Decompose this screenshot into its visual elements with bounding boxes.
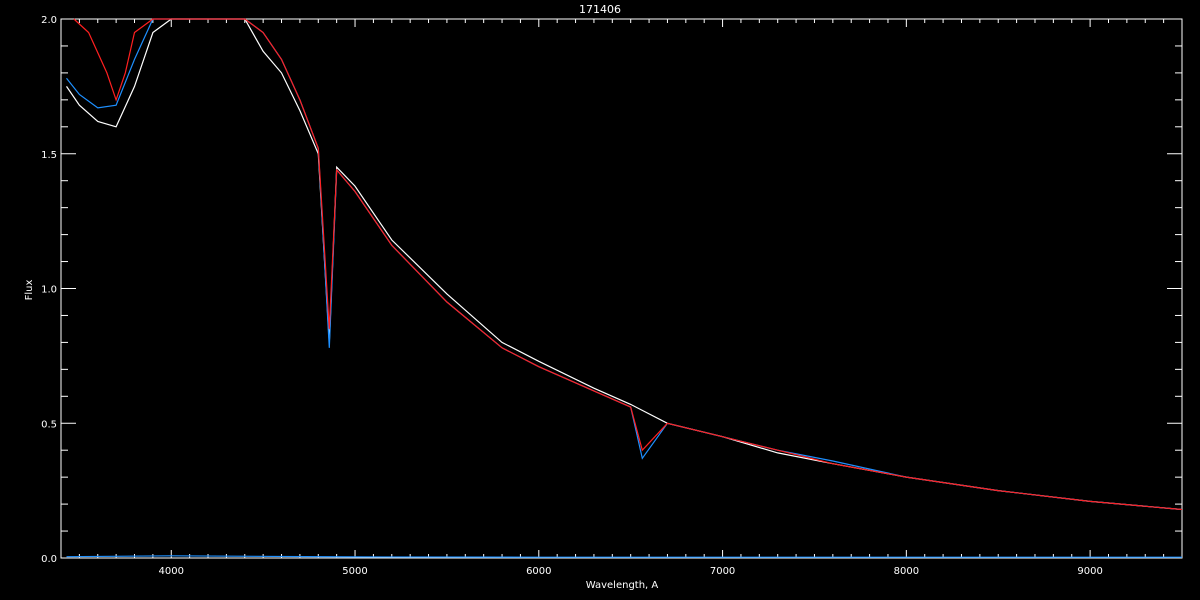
y-tick-label: 0.5 xyxy=(41,419,57,430)
x-tick-label: 9000 xyxy=(1077,566,1102,577)
chart-background xyxy=(0,0,1200,600)
x-tick-label: 6000 xyxy=(526,566,551,577)
y-tick-label: 1.0 xyxy=(41,285,57,296)
y-axis-label: Flux xyxy=(24,280,35,301)
spectrum-chart: 171406 4000 5000 6000 7000 8000 9000 0.0 0.5 1.0… xyxy=(0,0,1200,600)
chart-container: 171406 4000 5000 6000 7000 8000 9000 0.0 0.5 1.0… xyxy=(0,0,1200,600)
x-axis-label: Wavelength, A xyxy=(586,580,659,591)
y-tick-label: 1.5 xyxy=(41,150,57,161)
x-tick-label: 4000 xyxy=(159,566,184,577)
x-tick-label: 8000 xyxy=(894,566,919,577)
y-tick-label: 0.0 xyxy=(41,554,57,565)
x-tick-label: 7000 xyxy=(710,566,735,577)
x-tick-label: 5000 xyxy=(342,566,367,577)
y-tick-label: 2.0 xyxy=(41,15,57,26)
chart-title: 171406 xyxy=(579,3,621,16)
